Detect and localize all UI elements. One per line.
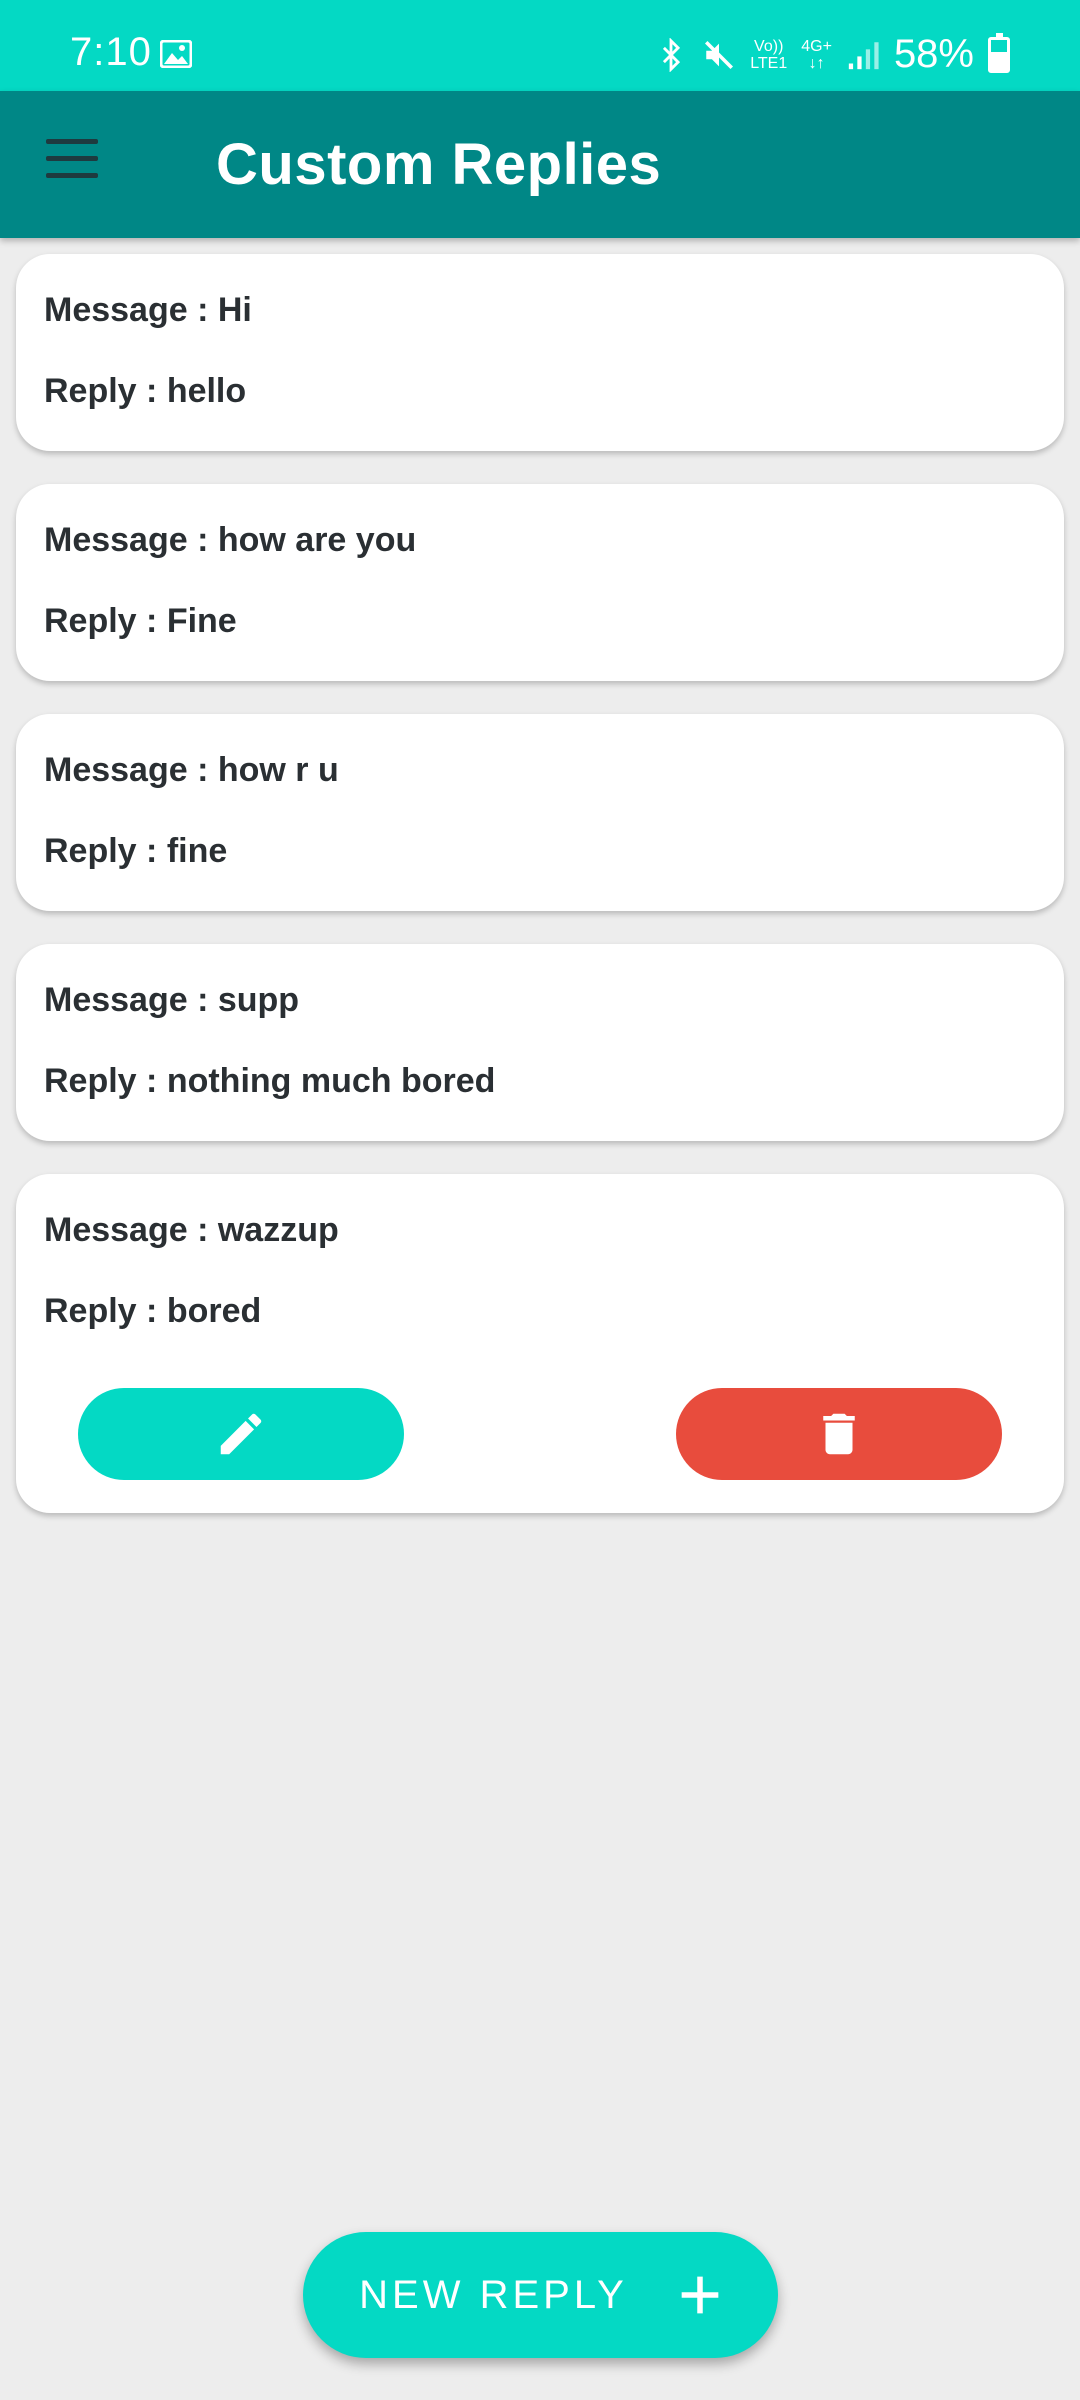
page-title: Custom Replies <box>216 132 662 197</box>
message-text: Hi <box>217 291 252 329</box>
reply-row: Reply : Fine <box>44 602 237 640</box>
reply-text: fine <box>166 832 228 870</box>
status-bar: 7:10 Vo)) LTE1 4G+ ↓↑ 58% <box>0 0 1080 91</box>
edit-button[interactable] <box>78 1388 404 1480</box>
battery-icon <box>988 32 1010 73</box>
message-row: Message : wazzup <box>44 1211 339 1249</box>
new-reply-label: NEW REPLY <box>359 2272 628 2317</box>
volte-indicator: Vo)) LTE1 <box>750 37 788 72</box>
reply-row: Reply : fine <box>44 832 228 870</box>
reply-card[interactable]: Message : Hi Reply : hello <box>16 254 1064 451</box>
network-indicator: 4G+ ↓↑ <box>801 37 832 72</box>
message-row: Message : supp <box>44 981 300 1019</box>
status-time: 7:10 <box>70 30 152 74</box>
reply-text: Fine <box>166 602 237 640</box>
message-text: supp <box>217 981 300 1019</box>
reply-card[interactable]: Message : how r u Reply : fine <box>16 714 1064 911</box>
bluetooth-icon <box>663 37 681 72</box>
message-text: wazzup <box>217 1211 339 1249</box>
trash-icon <box>823 1413 855 1455</box>
reply-row: Reply : bored <box>44 1292 262 1330</box>
new-reply-button[interactable]: NEW REPLY <box>303 2232 778 2358</box>
message-text: how r u <box>217 751 339 789</box>
delete-button[interactable] <box>676 1388 1002 1480</box>
mute-icon <box>705 40 734 69</box>
message-row: Message : how r u <box>44 751 339 789</box>
replies-list: Message : Hi Reply : hello Message : how… <box>16 254 1064 1546</box>
app-bar: Custom Replies <box>0 91 1080 238</box>
reply-card[interactable]: Message : supp Reply : nothing much bore… <box>16 944 1064 1141</box>
reply-text: nothing much bored <box>166 1062 496 1100</box>
status-icons: Vo)) LTE1 4G+ ↓↑ 58% <box>654 32 1010 77</box>
reply-text: hello <box>166 372 247 410</box>
message-row: Message : Hi <box>44 291 252 329</box>
gallery-icon <box>160 40 192 68</box>
reply-card[interactable]: Message : how are you Reply : Fine <box>16 484 1064 681</box>
pencil-icon <box>220 1413 262 1455</box>
battery-percent: 58% <box>893 32 974 76</box>
message-text: how are you <box>217 521 417 559</box>
battery-fill <box>991 52 1007 70</box>
reply-row: Reply : nothing much bored <box>44 1062 496 1100</box>
message-row: Message : how are you <box>44 521 417 559</box>
reply-card-expanded[interactable]: Message : wazzup Reply : bored <box>16 1174 1064 1513</box>
signal-icon <box>848 41 879 69</box>
reply-text: bored <box>166 1292 262 1330</box>
plus-icon <box>681 2276 719 2314</box>
card-actions <box>16 1388 1064 1480</box>
reply-row: Reply : hello <box>44 372 247 410</box>
hamburger-menu-icon[interactable] <box>46 139 98 179</box>
